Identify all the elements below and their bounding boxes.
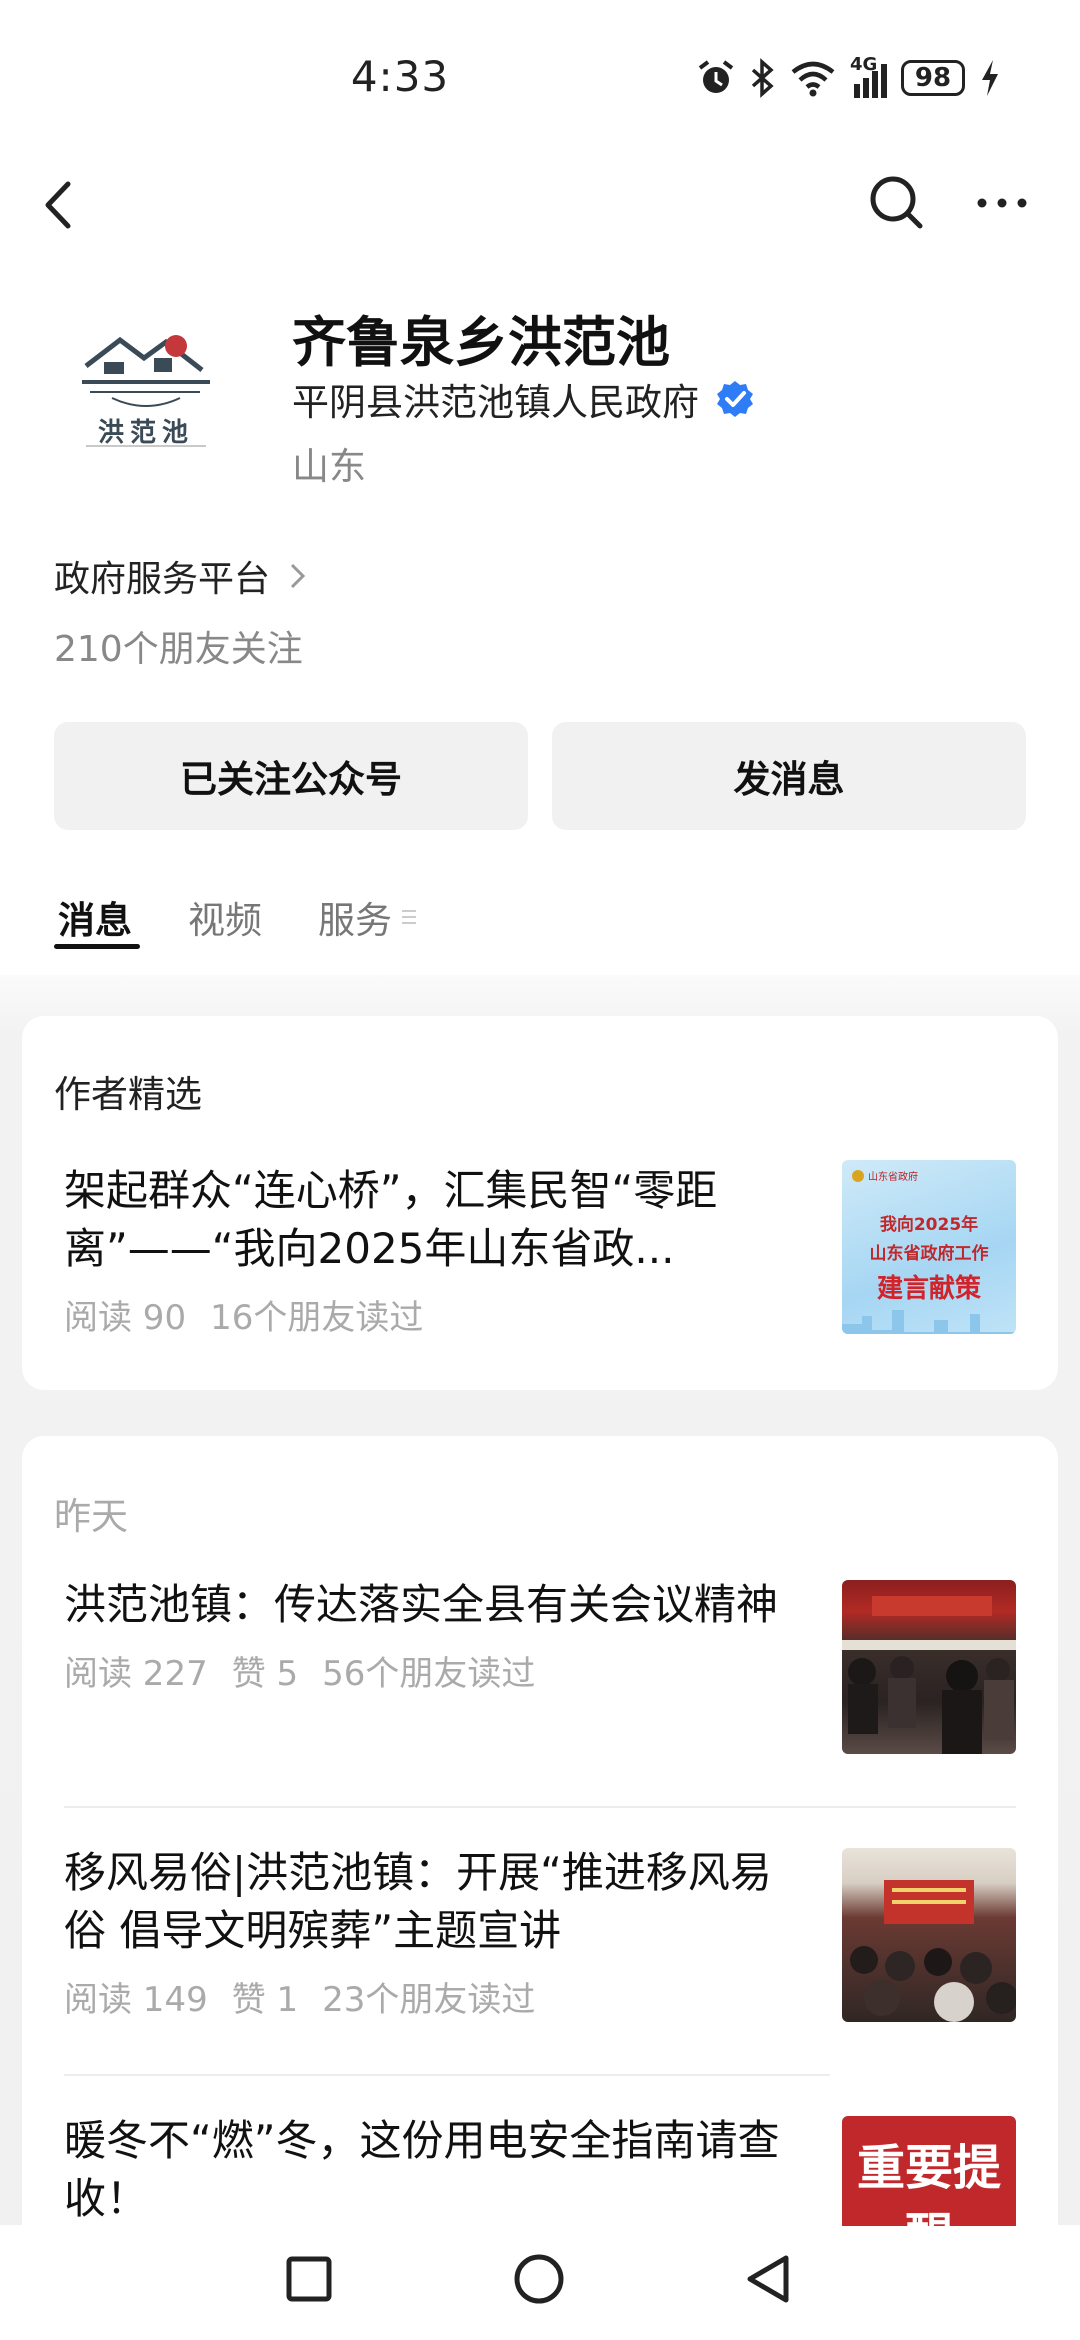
thumb-logo-text: 山东省政府: [868, 1172, 918, 1183]
read-count: 阅读 149: [64, 1980, 208, 2020]
thumb-line-1: 我向2025年: [879, 1215, 979, 1235]
account-logo-icon: [56, 300, 236, 480]
tab-active-indicator: [54, 944, 140, 949]
read-count: 阅读 227: [64, 1654, 208, 1694]
article-item[interactable]: 暖冬不“燃”冬，这份用电安全指南请查收！: [64, 2112, 804, 2228]
account-avatar[interactable]: 洪范池: [56, 300, 236, 480]
featured-article[interactable]: 架起群众“连心桥”，汇集民智“零距离”——“我向2025年山东省政... 阅读 …: [64, 1162, 804, 1339]
search-icon[interactable]: [862, 168, 932, 238]
friends-read: 56个朋友读过: [322, 1654, 536, 1694]
service-platform-label: 政府服务平台: [54, 559, 271, 600]
article-meta: 阅读 149 赞 1 23个朋友读过: [64, 1972, 804, 2021]
account-organization: 平阴县洪范池镇人民政府: [292, 372, 755, 426]
tab-services[interactable]: 服务: [318, 890, 418, 944]
home-icon[interactable]: [512, 2252, 566, 2306]
battery-icon: 98: [901, 60, 965, 96]
article-item[interactable]: 移风易俗|洪范池镇：开展“推进移风易俗 倡导文明殡葬”主题宣讲 阅读 149 赞…: [64, 1844, 804, 2021]
followed-button[interactable]: 已关注公众号: [54, 722, 528, 830]
service-platform-link[interactable]: 政府服务平台: [54, 550, 308, 602]
like-count: 赞 5: [231, 1654, 299, 1694]
recent-articles-card: 昨天 洪范池镇：传达落实全县有关会议精神 阅读 227 赞 5 56个朋友读过 …: [22, 1436, 1058, 2336]
article-meta: 阅读 227 赞 5 56个朋友读过: [64, 1646, 804, 1695]
featured-article-meta: 阅读 90 16个朋友读过: [64, 1290, 804, 1339]
featured-article-thumbnail[interactable]: 山东省政府 我向2025年 山东省政府工作 建言献策: [842, 1160, 1016, 1334]
read-count: 阅读 90: [64, 1298, 187, 1338]
date-header: 昨天: [54, 1495, 128, 1538]
status-time: 4:33: [350, 52, 450, 101]
article-title: 洪范池镇：传达落实全县有关会议精神: [64, 1580, 779, 1629]
organization-label: 平阴县洪范池镇人民政府: [292, 381, 699, 424]
battery-level: 98: [914, 63, 952, 93]
chevron-right-icon: [290, 563, 306, 589]
friends-read: 23个朋友读过: [322, 1980, 536, 2020]
featured-header: 作者精选: [54, 1073, 202, 1116]
back-icon[interactable]: [32, 170, 92, 240]
thumb-logo: 山东省政府: [852, 1168, 918, 1183]
divider: [64, 2074, 830, 2076]
tab-messages[interactable]: 消息: [58, 890, 132, 944]
system-navigation-bar: [0, 2226, 1080, 2340]
meeting-photo-icon: [842, 1596, 1016, 1754]
bluetooth-icon: [751, 58, 774, 98]
article-thumbnail[interactable]: [842, 1580, 1016, 1754]
featured-article-title: 架起群众“连心桥”，汇集民智“零距离”——“我向2025年山东省政...: [64, 1166, 718, 1273]
charging-icon: [982, 60, 998, 96]
article-title: 暖冬不“燃”冬，这份用电安全指南请查收！: [64, 2116, 780, 2223]
article-thumbnail[interactable]: [842, 1848, 1016, 2022]
alarm-icon: [698, 60, 734, 93]
wifi-icon: [791, 61, 835, 97]
network-type: 4G: [850, 54, 878, 75]
featured-card: 作者精选 架起群众“连心桥”，汇集民智“零距离”——“我向2025年山东省政..…: [22, 1016, 1058, 1390]
friends-read: 16个朋友读过: [210, 1298, 424, 1338]
tab-services-label: 服务: [318, 899, 392, 942]
account-name: 齐鲁泉乡洪范池: [292, 311, 670, 374]
article-title: 移风易俗|洪范池镇：开展“推进移风易俗 倡导文明殡葬”主题宣讲: [64, 1848, 772, 1955]
tab-videos[interactable]: 视频: [188, 890, 262, 944]
back-nav-icon[interactable]: [742, 2252, 796, 2306]
send-message-button[interactable]: 发消息: [552, 722, 1026, 830]
status-icons: 4G 98: [696, 52, 1001, 104]
like-count: 赞 1: [231, 1980, 299, 2020]
emblem-icon: [852, 1169, 864, 1182]
more-options-icon[interactable]: [972, 168, 1032, 238]
lecture-photo-icon: [850, 1880, 1016, 2022]
account-logo-text: 洪范池: [97, 418, 194, 448]
recent-apps-icon[interactable]: [284, 2254, 334, 2304]
verified-badge-icon: [717, 381, 753, 417]
signal-icon: 4G: [850, 54, 887, 98]
menu-icon: [402, 910, 416, 924]
thumb-line-2: 山东省政府工作: [869, 1244, 989, 1264]
divider: [64, 1806, 1016, 1808]
account-region: 山东: [292, 445, 366, 488]
skyline-icon: [842, 1310, 1016, 1334]
article-item[interactable]: 洪范池镇：传达落实全县有关会议精神 阅读 227 赞 5 56个朋友读过: [64, 1576, 804, 1695]
friends-following-count: 210个朋友关注: [54, 629, 303, 670]
